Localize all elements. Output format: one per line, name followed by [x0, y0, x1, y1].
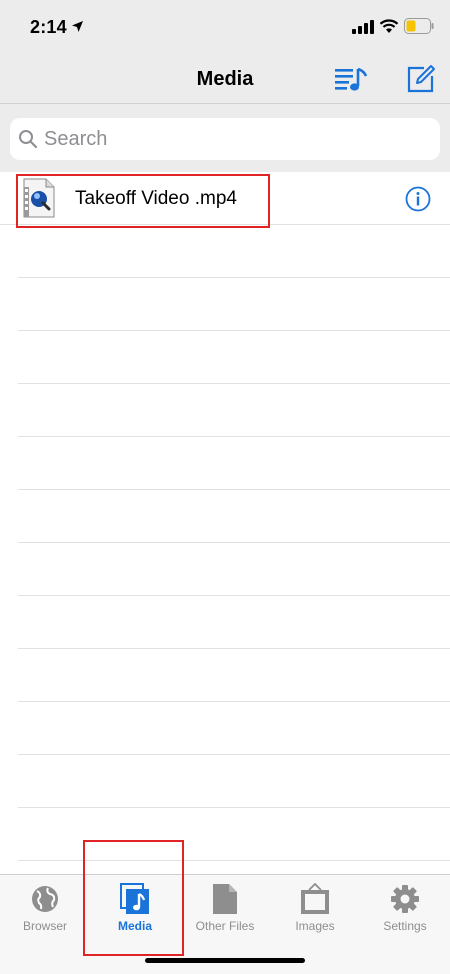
list-separator [18, 807, 450, 808]
list-separator [18, 383, 450, 384]
tab-label: Other Files [195, 919, 255, 933]
list-separator [18, 542, 450, 543]
picture-frame-icon [301, 883, 329, 914]
status-bar: 2:14 [0, 0, 450, 54]
search-input[interactable] [44, 118, 424, 160]
navigation-bar: Media [0, 54, 450, 104]
list-separator [18, 648, 450, 649]
list-separator [18, 436, 450, 437]
globe-icon [32, 886, 58, 912]
home-indicator [145, 958, 305, 963]
page-title: Media [196, 68, 254, 90]
tab-other-files[interactable]: Other Files [180, 875, 270, 945]
playlist-icon[interactable] [334, 66, 368, 94]
document-icon [213, 884, 237, 914]
search-bar [0, 104, 450, 172]
tab-label: Images [295, 919, 335, 933]
list-separator [18, 489, 450, 490]
location-arrow-icon [72, 21, 83, 32]
gear-icon [391, 885, 419, 913]
wifi-icon [379, 19, 399, 33]
file-highlight-annotation [16, 174, 270, 228]
status-time: 2:14 [30, 17, 67, 37]
battery-icon [404, 18, 434, 34]
cellular-signal-icon [352, 20, 374, 34]
tab-label: Browser [22, 919, 67, 933]
search-box[interactable] [10, 118, 440, 160]
compose-icon[interactable] [406, 64, 436, 94]
tab-images[interactable]: Images [270, 875, 360, 945]
tab-browser[interactable]: Browser [0, 875, 90, 945]
tab-highlight-annotation [83, 840, 184, 956]
list-separator [18, 595, 450, 596]
tab-settings[interactable]: Settings [360, 875, 450, 945]
list-separator [18, 277, 450, 278]
list-separator [18, 754, 450, 755]
search-icon [19, 130, 38, 149]
tab-label: Settings [383, 919, 427, 933]
list-separator [18, 330, 450, 331]
info-icon[interactable] [405, 186, 431, 212]
list-separator [18, 701, 450, 702]
